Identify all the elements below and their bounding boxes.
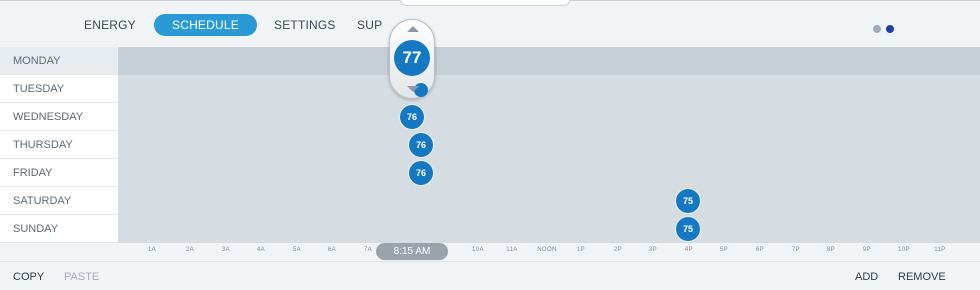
chevron-down-icon[interactable] [407,86,419,92]
setpoint-sunday[interactable]: 75 [676,217,700,241]
day-label-thursday: THURSDAY [0,131,118,159]
day-label-friday: FRIDAY [0,159,118,187]
setpoint-friday[interactable]: 76 [409,161,433,185]
setpoint-thursday[interactable]: 76 [409,133,433,157]
bottom-toolbar: COPY PASTE ADD REMOVE [0,261,980,290]
add-button[interactable]: ADD [855,271,878,283]
chevron-up-icon[interactable] [407,26,419,32]
day-track-monday[interactable] [118,47,980,75]
tick-label: 9P [862,247,872,253]
day-row-tuesday[interactable]: TUESDAY [0,75,980,103]
tick-label: NOON [537,247,557,253]
day-track-thursday[interactable] [118,131,980,159]
tick-label: 4P [684,247,694,253]
tick-label: 10P [898,247,910,253]
tab-support[interactable]: SUP [357,14,382,36]
tick-label: 4A [256,247,266,253]
top-nav: ENERGY SCHEDULE SETTINGS SUP [0,1,980,47]
day-track-sunday[interactable] [118,215,980,243]
page-dot-inactive[interactable] [873,25,881,33]
time-axis: 1A 2A 3A 4A 5A 6A 7A 10A 11A NOON 1P 2P … [0,243,980,261]
day-row-sunday[interactable]: SUNDAY 75 [0,215,980,243]
current-time-scrubber[interactable]: 8:15 AM [376,243,448,260]
tick-label: 10A [472,247,484,253]
page-indicator [873,20,895,38]
setpoint-wednesday[interactable]: 76 [400,105,424,129]
day-track-tuesday[interactable] [118,75,980,103]
day-track-wednesday[interactable] [118,103,980,131]
tick-label: 3A [221,247,231,253]
tab-settings[interactable]: SETTINGS [274,14,336,36]
day-label-sunday: SUNDAY [0,215,118,243]
day-row-wednesday[interactable]: WEDNESDAY 76 [0,103,980,131]
day-track-saturday[interactable] [118,187,980,215]
tick-label: 1P [576,247,586,253]
schedule-panel: ENERGY SCHEDULE SETTINGS SUP MONDAY TUES… [0,0,980,290]
day-label-tuesday: TUESDAY [0,75,118,103]
day-row-saturday[interactable]: SATURDAY 75 [0,187,980,215]
tick-label: 1A [147,247,157,253]
tick-label: 8P [826,247,836,253]
copy-button[interactable]: COPY [13,271,44,283]
temperature-popup: 77 [389,19,435,99]
page-dot-active[interactable] [886,25,895,33]
day-row-thursday[interactable]: THURSDAY 76 [0,131,980,159]
tick-label: 2A [185,247,195,253]
day-row-monday[interactable]: MONDAY [0,47,980,75]
tick-label: 11A [506,247,518,253]
tick-label: 5P [719,247,729,253]
schedule-grid: MONDAY TUESDAY WEDNESDAY 76 THURSDAY 76 … [0,47,980,243]
day-label-wednesday: WEDNESDAY [0,103,118,131]
tab-schedule[interactable]: SCHEDULE [154,14,257,36]
day-label-saturday: SATURDAY [0,187,118,215]
popup-temperature[interactable]: 77 [394,40,430,76]
setpoint-saturday[interactable]: 75 [676,189,700,213]
tick-label: 6P [755,247,765,253]
paste-button[interactable]: PASTE [64,271,99,283]
tick-label: 6A [327,247,337,253]
day-track-friday[interactable] [118,159,980,187]
tick-label: 7A [363,247,373,253]
day-label-monday: MONDAY [0,47,118,75]
tick-label: 2P [613,247,623,253]
remove-button[interactable]: REMOVE [898,271,946,283]
tick-label: 3P [648,247,658,253]
tab-energy[interactable]: ENERGY [84,14,136,36]
day-row-friday[interactable]: FRIDAY 76 [0,159,980,187]
tick-label: 5A [292,247,302,253]
tick-label: 11P [934,247,946,253]
tick-label: 7P [791,247,801,253]
